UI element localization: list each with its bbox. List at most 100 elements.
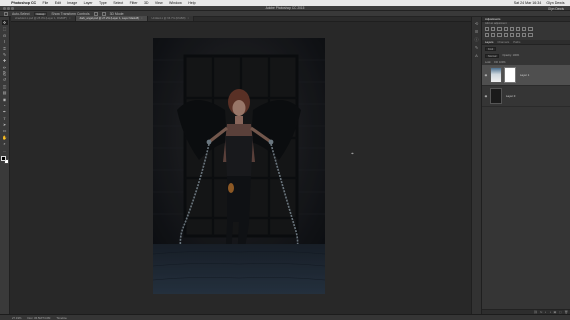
posterize-icon[interactable] xyxy=(509,33,514,38)
close-icon[interactable]: × xyxy=(141,16,143,21)
hue-saturation-icon[interactable] xyxy=(515,27,521,32)
distribute-icon[interactable] xyxy=(101,11,106,16)
document-image[interactable] xyxy=(153,38,325,294)
channel-mixer-icon[interactable] xyxy=(491,33,496,38)
info-panel-icon[interactable]: ⓘ xyxy=(474,37,479,42)
invert-icon[interactable] xyxy=(503,33,508,38)
layer-filter-row: Kind xyxy=(482,45,570,52)
tab-shackled[interactable]: shackled-1.psd @ 25.3% (Layer 1, RGB/8*)… xyxy=(11,16,76,21)
color-lookup-icon[interactable] xyxy=(497,33,502,38)
layer-kind-filter[interactable]: Kind xyxy=(485,46,497,51)
layer-row[interactable]: ◉ Layer 0 xyxy=(482,86,570,108)
menu-edit[interactable]: Edit xyxy=(52,1,65,5)
exposure-icon[interactable] xyxy=(503,27,508,32)
show-transform-controls-checkbox[interactable]: Show Transform Controls xyxy=(51,12,89,16)
color-swatches[interactable] xyxy=(0,155,9,164)
menu-layer[interactable]: Layer xyxy=(80,1,95,5)
levels-icon[interactable] xyxy=(491,27,496,32)
pen-tool-icon[interactable]: ✒ xyxy=(2,109,8,114)
threshold-icon[interactable] xyxy=(515,33,521,38)
auto-select-checkbox[interactable]: Auto-Select xyxy=(12,12,30,16)
gradient-map-icon[interactable] xyxy=(522,33,527,38)
path-select-tool-icon[interactable]: ➤ xyxy=(2,122,8,127)
history-panel-icon[interactable]: ⟲ xyxy=(474,21,479,26)
quick-select-tool-icon[interactable]: ⌇ xyxy=(2,39,8,44)
gradient-tool-icon[interactable]: ▤ xyxy=(2,90,8,95)
tab-dark-angel[interactable]: dark_angel.psd @ 27.2% (Layer 1, Layer M… xyxy=(75,16,148,21)
menu-file[interactable]: File xyxy=(39,1,51,5)
right-panels: Adjustments Add an adjustment Layers Cha… xyxy=(481,17,570,314)
close-icon[interactable]: × xyxy=(188,16,190,21)
visibility-eye-icon[interactable]: ◉ xyxy=(484,73,488,77)
color-balance-icon[interactable] xyxy=(522,27,527,32)
tab-paths[interactable]: Paths xyxy=(513,40,520,44)
type-tool-icon[interactable]: T xyxy=(2,116,8,121)
layer-mask-thumbnail[interactable] xyxy=(504,67,516,84)
opacity-field[interactable]: Opacity: 100% xyxy=(502,54,519,57)
zoom-window-icon[interactable] xyxy=(11,7,14,10)
brightness-icon[interactable] xyxy=(485,27,490,32)
dodge-tool-icon[interactable]: ◔ xyxy=(2,103,8,108)
brush-tool-icon[interactable]: ✏ xyxy=(2,65,8,70)
marquee-tool-icon[interactable]: ⬚ xyxy=(2,26,8,31)
blur-tool-icon[interactable]: ◉ xyxy=(2,97,8,102)
visibility-eye-icon[interactable]: ◉ xyxy=(484,94,488,98)
healing-tool-icon[interactable]: ✚ xyxy=(2,58,8,63)
zoom-level[interactable]: 27.19% xyxy=(12,316,22,320)
curves-icon[interactable] xyxy=(497,27,502,32)
close-window-icon[interactable] xyxy=(3,7,6,10)
tab-channels[interactable]: Channels xyxy=(497,40,509,44)
layer-thumbnail[interactable] xyxy=(490,88,502,105)
character-panel-icon[interactable]: A xyxy=(474,53,479,58)
adjustments-tab[interactable]: Adjustments xyxy=(485,17,500,21)
menu-image[interactable]: Image xyxy=(64,1,80,5)
zoom-tool-icon[interactable]: ⌕ xyxy=(2,141,8,146)
history-brush-tool-icon[interactable]: ↺ xyxy=(2,77,8,82)
blend-row: Normal Opacity: 100% xyxy=(482,52,570,59)
brush-panel-icon[interactable]: ✎ xyxy=(474,45,479,50)
align-icon[interactable] xyxy=(93,11,98,16)
lock-label: Lock: xyxy=(485,60,492,64)
clone-tool-icon[interactable]: ⎘ xyxy=(2,71,8,76)
menu-window[interactable]: Window xyxy=(166,1,185,5)
fill-field[interactable]: Fill: 100% xyxy=(494,61,505,64)
timeline-tab[interactable]: Timeline xyxy=(56,316,66,320)
close-icon[interactable]: × xyxy=(69,16,71,21)
tab-untitled[interactable]: Untitled-1 @ 66.7% (RGB/8) × xyxy=(147,16,195,21)
shape-tool-icon[interactable]: ▭ xyxy=(2,128,8,133)
menu-app[interactable]: Photoshop CC xyxy=(8,1,39,5)
auto-select-target-dropdown[interactable]: Group xyxy=(33,11,48,16)
workspace-switcher[interactable]: Glyn Dewis xyxy=(548,7,564,11)
user-name[interactable]: Glyn Dewis xyxy=(544,1,567,5)
layer-name[interactable]: Layer 1 xyxy=(520,73,529,77)
black-white-icon[interactable] xyxy=(528,27,533,32)
canvas-area[interactable]: ⌖ xyxy=(11,23,471,314)
menu-select[interactable]: Select xyxy=(110,1,126,5)
doc-size[interactable]: Doc: 36.5M/74.0M xyxy=(28,316,51,320)
menu-filter[interactable]: Filter xyxy=(126,1,140,5)
menu-type[interactable]: Type xyxy=(96,1,110,5)
menu-view[interactable]: View xyxy=(152,1,166,5)
minimize-window-icon[interactable] xyxy=(7,7,10,10)
menu-3d[interactable]: 3D xyxy=(141,1,152,5)
layer-name[interactable]: Layer 0 xyxy=(506,94,515,98)
properties-panel-icon[interactable]: ☰ xyxy=(474,29,479,34)
selective-color-icon[interactable] xyxy=(528,33,533,38)
more-tools-icon[interactable]: … xyxy=(2,148,8,153)
eyedropper-tool-icon[interactable]: ✎ xyxy=(2,52,8,57)
menu-help[interactable]: Help xyxy=(185,1,199,5)
hand-tool-icon[interactable]: ✋ xyxy=(2,135,8,140)
tab-layers[interactable]: Layers xyxy=(485,40,493,44)
lasso-tool-icon[interactable]: ʘ xyxy=(2,33,8,38)
blend-mode-dropdown[interactable]: Normal xyxy=(485,53,500,58)
clock[interactable]: Sat 24 Mar 16:34 xyxy=(511,1,544,5)
move-tool-preset-icon[interactable] xyxy=(4,11,8,16)
vibrance-icon[interactable] xyxy=(509,27,514,32)
foreground-color-swatch[interactable] xyxy=(0,155,6,161)
move-tool-icon[interactable]: ✥ xyxy=(1,20,8,26)
crop-tool-icon[interactable]: ⌗ xyxy=(2,46,8,51)
layer-thumbnail[interactable] xyxy=(490,67,502,84)
photo-filter-icon[interactable] xyxy=(485,33,490,38)
eraser-tool-icon[interactable]: ◫ xyxy=(2,84,8,89)
layer-row[interactable]: ◉ Layer 1 xyxy=(482,65,570,87)
